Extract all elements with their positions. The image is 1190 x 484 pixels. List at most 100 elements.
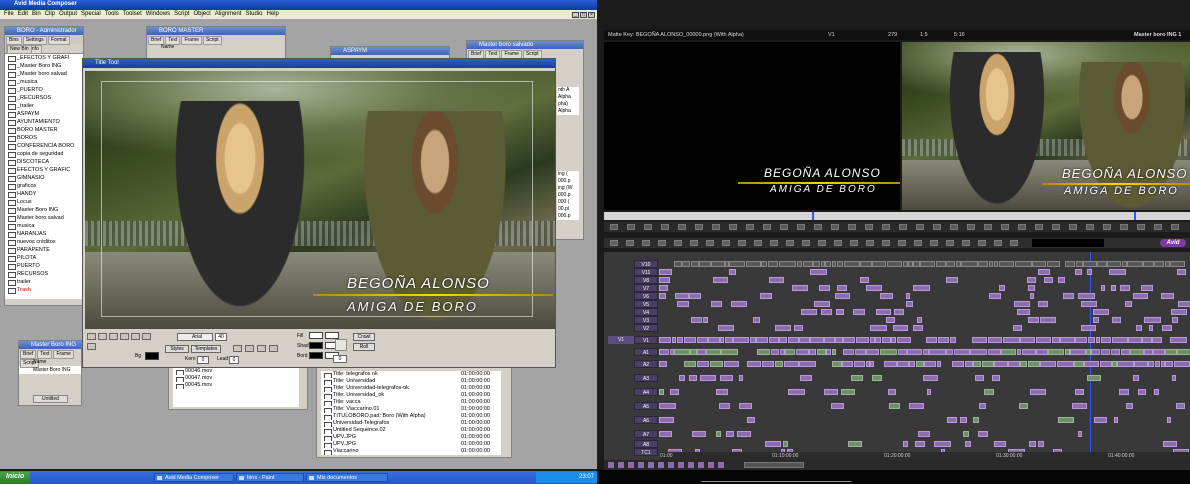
timeline-clip[interactable] xyxy=(843,349,854,355)
timeline-clip[interactable] xyxy=(659,293,666,299)
timeline-clip[interactable] xyxy=(824,389,838,395)
timeline-clip[interactable] xyxy=(1177,349,1190,355)
transport-button-icon[interactable] xyxy=(1052,224,1060,230)
transport-button-icon[interactable] xyxy=(763,224,771,230)
timeline-clip[interactable] xyxy=(1097,261,1107,267)
transport-button-icon[interactable] xyxy=(695,224,703,230)
bin-item[interactable]: EFECTOS Y GRAFIC xyxy=(5,166,83,174)
clip-row[interactable]: Title: vacca 01:00:00:00 xyxy=(321,399,501,406)
timeline-clip[interactable] xyxy=(799,361,816,367)
timeline-clip[interactable] xyxy=(1136,325,1142,331)
timeline-clip[interactable] xyxy=(1036,337,1051,343)
timeline-clip[interactable] xyxy=(831,403,844,409)
bin-item[interactable]: BOROS xyxy=(5,134,83,142)
timeline-clip[interactable] xyxy=(1134,361,1148,367)
timeline-clip[interactable] xyxy=(884,361,897,367)
partial-clip-name[interactable]: 000.p xyxy=(557,178,579,185)
timeline-clip[interactable] xyxy=(938,337,949,343)
timeline-clip[interactable] xyxy=(1133,293,1148,299)
text-tool-icon[interactable] xyxy=(98,333,107,340)
timeline-clip[interactable] xyxy=(731,301,747,307)
timeline-clip[interactable] xyxy=(860,277,869,283)
timeline-clip[interactable] xyxy=(729,269,736,275)
timeline-clip[interactable] xyxy=(994,441,1006,447)
timeline-clip[interactable] xyxy=(1101,337,1111,343)
timeline-clip[interactable] xyxy=(984,389,994,395)
timeline-clip[interactable] xyxy=(1013,325,1022,331)
timeline-clip[interactable] xyxy=(1142,337,1152,343)
timeline-clip[interactable] xyxy=(888,389,896,395)
timeline-clip[interactable] xyxy=(720,337,724,343)
clip-row[interactable]: UPV.JPG 01:00:00:00 xyxy=(321,441,501,448)
timeline-clip[interactable] xyxy=(785,349,795,355)
timeline-clip[interactable] xyxy=(689,293,701,299)
timeline-clip[interactable] xyxy=(836,309,844,315)
track-label[interactable]: A3 xyxy=(634,374,658,382)
menu-script[interactable]: Script xyxy=(174,10,189,18)
bin-item[interactable]: RECURSOS xyxy=(5,270,83,278)
timeline-clip[interactable] xyxy=(721,349,738,355)
timeline-clip[interactable] xyxy=(891,337,896,343)
title-caption-line2[interactable]: AMIGA DE BORO xyxy=(347,299,478,314)
transport-button-icon[interactable] xyxy=(729,224,737,230)
timeline-clip[interactable] xyxy=(832,261,836,267)
timeline-clip[interactable] xyxy=(979,403,986,409)
timeline-clip[interactable] xyxy=(819,285,830,291)
clip-row[interactable]: Universidad-Telegrafos 01:00:00:00 xyxy=(321,420,501,427)
timeline-clip[interactable] xyxy=(1127,261,1143,267)
timeline-clip[interactable] xyxy=(708,337,720,343)
timeline-clip[interactable] xyxy=(1083,261,1097,267)
timeline-clip[interactable] xyxy=(876,309,891,315)
timeline-clip[interactable] xyxy=(775,325,791,331)
timeline-clip[interactable] xyxy=(837,285,847,291)
track-label[interactable]: A4 xyxy=(634,388,658,396)
project-window-title-bar[interactable]: BORO - Administrador xyxy=(5,27,83,35)
timeline-clip[interactable] xyxy=(765,441,781,447)
timeline-clip[interactable] xyxy=(860,261,872,267)
timeline-clip[interactable] xyxy=(1072,403,1087,409)
timeline-clip[interactable] xyxy=(870,361,874,367)
untitled-button[interactable]: Untitled xyxy=(33,395,68,403)
timeline-clip[interactable] xyxy=(1091,349,1100,355)
menu-windows[interactable]: Windows xyxy=(146,10,170,18)
timeline-clip[interactable] xyxy=(851,375,863,381)
timeline-clip[interactable] xyxy=(844,261,860,267)
timeline-tool-icon[interactable] xyxy=(802,240,810,246)
menu-output[interactable]: Output xyxy=(59,10,77,18)
timeline-clip[interactable] xyxy=(659,389,664,395)
timeline-tool-icon[interactable] xyxy=(690,240,698,246)
timeline-tool-icon[interactable] xyxy=(898,240,906,246)
timeline-clip[interactable] xyxy=(886,317,895,323)
clip-row[interactable]: Viaccarino 01:00:00:00 xyxy=(321,448,501,455)
partial-clip-name[interactable]: Alpha xyxy=(557,108,579,115)
transport-button-icon[interactable] xyxy=(1171,224,1179,230)
timeline-clip[interactable] xyxy=(975,375,984,381)
transport-button-icon[interactable] xyxy=(1137,224,1145,230)
timeline-clip[interactable] xyxy=(934,441,951,447)
timeline-tool-icon[interactable] xyxy=(930,240,938,246)
timeline-clip[interactable] xyxy=(1155,361,1160,367)
fill-color-swatch[interactable] xyxy=(309,332,323,339)
timeline-clip[interactable] xyxy=(1030,293,1034,299)
timeline-clip[interactable] xyxy=(700,375,716,381)
timeline-clip[interactable] xyxy=(837,261,843,267)
transport-button-icon[interactable] xyxy=(627,224,635,230)
timeline-clip[interactable] xyxy=(1117,361,1134,367)
timeline-clip[interactable] xyxy=(907,349,922,355)
timeline-clip[interactable] xyxy=(761,261,767,267)
timeline-clip[interactable] xyxy=(992,375,1000,381)
tab-settings[interactable]: Settings xyxy=(22,36,47,45)
timeline-clip[interactable] xyxy=(1028,317,1039,323)
timeline-clip[interactable] xyxy=(675,293,689,299)
timeline-clip[interactable] xyxy=(848,441,862,447)
timeline-clip[interactable] xyxy=(1060,337,1075,343)
partial-clip-name[interactable]: ing (W xyxy=(557,185,579,192)
timeline-clip[interactable] xyxy=(659,349,669,355)
depth-icon[interactable] xyxy=(335,339,347,351)
bin-item[interactable]: trailer xyxy=(5,278,83,286)
timeline-clip[interactable] xyxy=(1075,389,1084,395)
clip-row[interactable]: Untitled Sequence.02 01:00:00:00 xyxy=(321,427,501,434)
timeline-clip[interactable] xyxy=(1070,349,1086,355)
bin-item[interactable]: PILOTA xyxy=(5,254,83,262)
timeline-clip[interactable] xyxy=(1174,361,1190,367)
